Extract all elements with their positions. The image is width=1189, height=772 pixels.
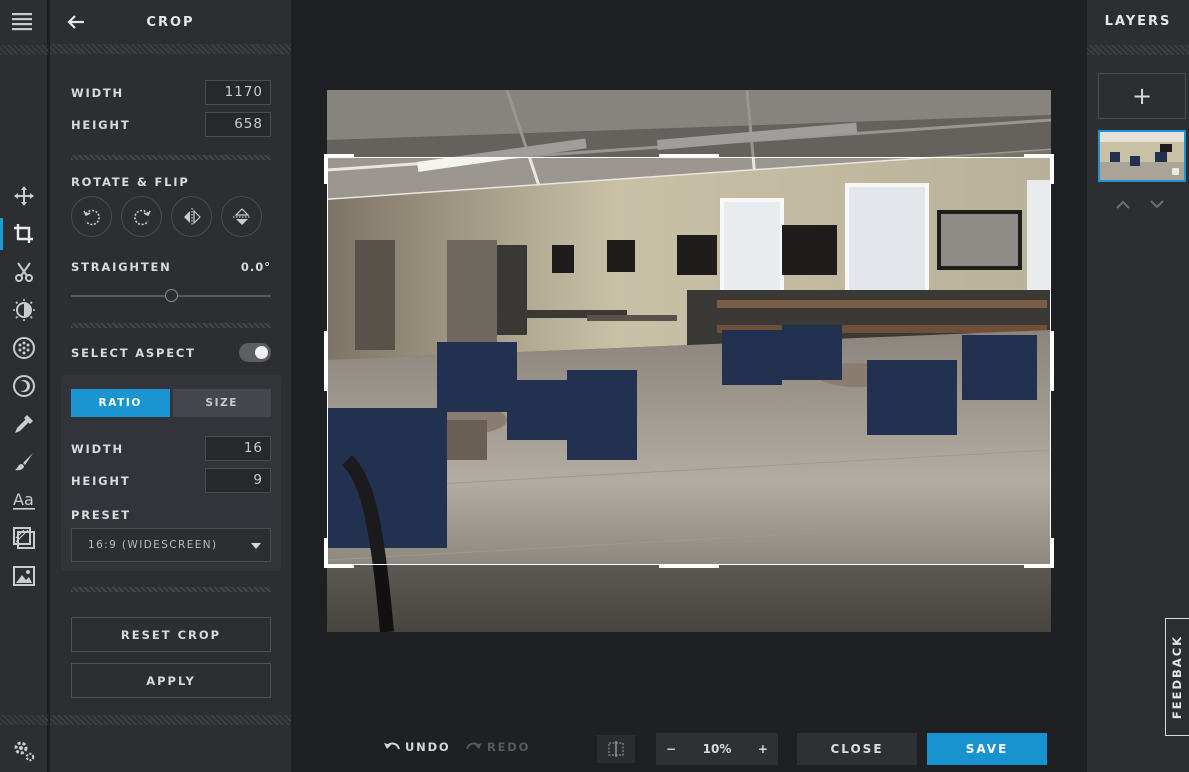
ratio-width-label: WIDTH	[71, 441, 124, 456]
crop-handle-bottom-left[interactable]	[324, 538, 327, 568]
layer-thumbnail[interactable]	[1098, 130, 1186, 182]
preset-select[interactable]: 16:9 (WIDESCREEN)	[71, 528, 271, 562]
back-arrow-icon[interactable]	[66, 12, 86, 32]
redo-button[interactable]: REDO	[465, 740, 530, 754]
tab-size[interactable]: SIZE	[172, 389, 271, 417]
reset-crop-button[interactable]: RESET CROP	[71, 617, 271, 652]
crop-handle-bottom-right[interactable]	[1024, 565, 1054, 568]
zoom-value: 10%	[702, 742, 732, 756]
preset-label: PRESET	[71, 508, 131, 522]
height-label: HEIGHT	[71, 117, 131, 132]
adjust-icon[interactable]	[0, 292, 48, 328]
crop-shade-bottom	[327, 565, 1051, 632]
menu-icon[interactable]	[10, 10, 36, 34]
section-divider	[71, 155, 271, 160]
panel-divider	[50, 44, 291, 54]
image-icon[interactable]	[0, 558, 48, 594]
panel-title: CROP	[146, 14, 195, 30]
aspect-toggle[interactable]	[239, 343, 271, 362]
tool-rail: Aa	[0, 0, 48, 772]
filter-icon[interactable]	[0, 330, 48, 366]
undo-label: UNDO	[405, 740, 451, 754]
flip-vertical-button[interactable]	[221, 196, 262, 237]
width-label: WIDTH	[71, 85, 124, 100]
rail-divider	[0, 45, 48, 55]
crop-handle-top-left[interactable]	[324, 154, 327, 184]
crop-box[interactable]	[327, 157, 1051, 565]
rotate-flip-label: ROTATE & FLIP	[71, 175, 190, 189]
ratio-height-label: HEIGHT	[71, 473, 131, 488]
straighten-slider[interactable]	[71, 289, 271, 302]
cut-icon[interactable]	[0, 254, 48, 290]
lock-icon	[1172, 168, 1179, 175]
crop-handle-top[interactable]	[659, 154, 719, 157]
tab-ratio[interactable]: RATIO	[71, 389, 170, 417]
layer-order-controls	[1115, 198, 1165, 214]
panel-divider	[50, 715, 291, 725]
vignette-icon[interactable]	[0, 368, 48, 404]
crop-shade-top	[327, 90, 1051, 157]
settings-icon[interactable]	[0, 733, 48, 769]
chevron-down-icon[interactable]	[1149, 198, 1165, 210]
crop-handle-top-left[interactable]	[324, 154, 354, 157]
crop-handle-top-right[interactable]	[1051, 154, 1054, 184]
undo-button[interactable]: UNDO	[383, 740, 451, 754]
feedback-label: FEEDBACK	[1170, 634, 1185, 720]
preset-value: 16:9 (WIDESCREEN)	[88, 539, 218, 551]
crop-handle-bottom-left[interactable]	[324, 565, 354, 568]
crop-handle-top-right[interactable]	[1024, 154, 1054, 157]
panel-header: CROP	[50, 0, 291, 44]
fit-screen-icon	[608, 741, 624, 757]
layers-panel: LAYERS + FEEDBACK	[1087, 0, 1189, 772]
feedback-tab[interactable]: FEEDBACK	[1165, 618, 1189, 736]
frame-icon[interactable]	[0, 520, 48, 556]
picker-icon[interactable]	[0, 406, 48, 442]
flip-horizontal-button[interactable]	[171, 196, 212, 237]
undo-icon	[384, 742, 400, 750]
section-divider	[71, 323, 271, 328]
width-input[interactable]: 1170	[205, 80, 271, 105]
redo-label: REDO	[487, 740, 531, 754]
chevron-up-icon[interactable]	[1115, 198, 1131, 210]
rail-divider	[0, 715, 48, 725]
aspect-mode-tabs: RATIO SIZE	[71, 389, 271, 417]
move-icon[interactable]	[0, 178, 48, 214]
ratio-height-input[interactable]: 9	[205, 468, 271, 493]
redo-icon	[466, 742, 482, 750]
height-input[interactable]: 658	[205, 112, 271, 137]
slider-handle[interactable]	[165, 289, 178, 302]
photo-editor: Aa CROP WIDTH 1170 HEIGHT 658 ROTATE & F…	[0, 0, 1189, 772]
rotate-left-button[interactable]	[71, 196, 112, 237]
rotate-right-button[interactable]	[121, 196, 162, 237]
apply-button[interactable]: APPLY	[71, 663, 271, 698]
crop-handle-bottom-right[interactable]	[1051, 538, 1054, 568]
crop-icon[interactable]	[0, 216, 48, 252]
zoom-out-button[interactable]: −	[666, 742, 676, 756]
fit-screen-button[interactable]	[597, 735, 635, 763]
text-icon[interactable]: Aa	[0, 482, 48, 518]
layers-divider	[1087, 45, 1189, 55]
section-divider	[71, 587, 271, 592]
save-button[interactable]: SAVE	[927, 733, 1047, 765]
straighten-value: 0.0°	[240, 260, 271, 274]
crop-panel: CROP WIDTH 1170 HEIGHT 658 ROTATE & FLIP…	[50, 0, 291, 772]
crop-handle-left[interactable]	[324, 331, 327, 391]
ratio-width-input[interactable]: 16	[205, 436, 271, 461]
brush-icon[interactable]	[0, 444, 48, 480]
select-aspect-label: SELECT ASPECT	[71, 345, 196, 360]
straighten-label: STRAIGHTEN	[71, 260, 172, 274]
crop-handle-bottom[interactable]	[659, 565, 719, 568]
chevron-down-icon	[251, 543, 261, 549]
crop-handle-right[interactable]	[1051, 331, 1054, 391]
layers-title: LAYERS	[1104, 14, 1172, 29]
canvas-area: UNDO REDO − 10% + CLOSE SAVE	[291, 0, 1087, 772]
zoom-control: − 10% +	[656, 733, 778, 765]
svg-text:Aa: Aa	[13, 490, 34, 509]
zoom-in-button[interactable]: +	[758, 742, 768, 756]
close-button[interactable]: CLOSE	[797, 733, 917, 765]
add-layer-button[interactable]: +	[1098, 73, 1186, 119]
bottom-toolbar: UNDO REDO − 10% + CLOSE SAVE	[291, 730, 1087, 770]
